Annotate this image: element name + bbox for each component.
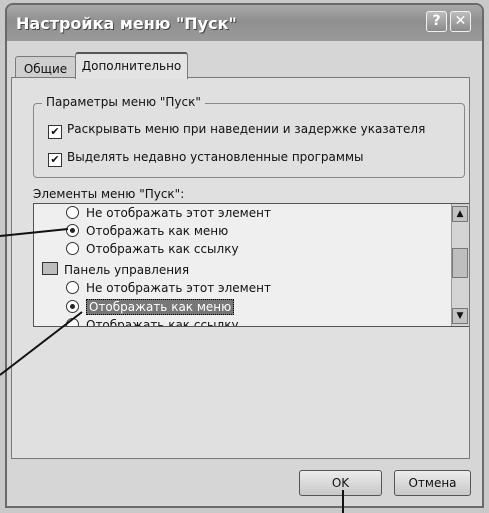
callout-lines	[0, 228, 344, 513]
callout-line-menu	[0, 228, 69, 237]
callout-line-highlighted	[0, 311, 83, 376]
tab-advanced[interactable]: Дополнительно	[75, 52, 188, 79]
